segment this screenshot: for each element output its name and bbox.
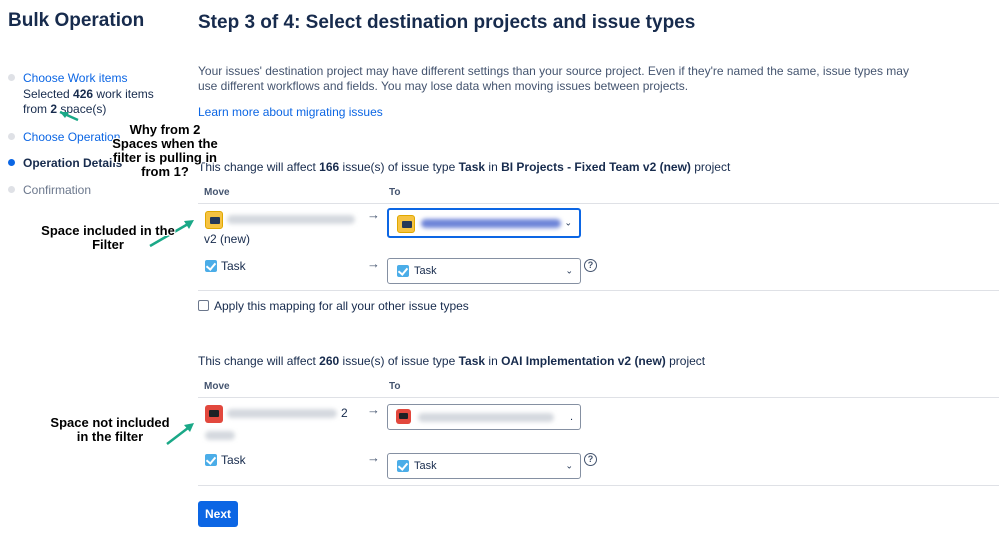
annotation-why-two-spaces: Why from 2 Spaces when the filter is pul… bbox=[112, 122, 218, 179]
annotation-arrows bbox=[59, 110, 194, 445]
annotation-space-included: Space included in the Filter bbox=[41, 223, 175, 252]
annotation-space-not-included: Space not included in the filter bbox=[50, 415, 170, 444]
